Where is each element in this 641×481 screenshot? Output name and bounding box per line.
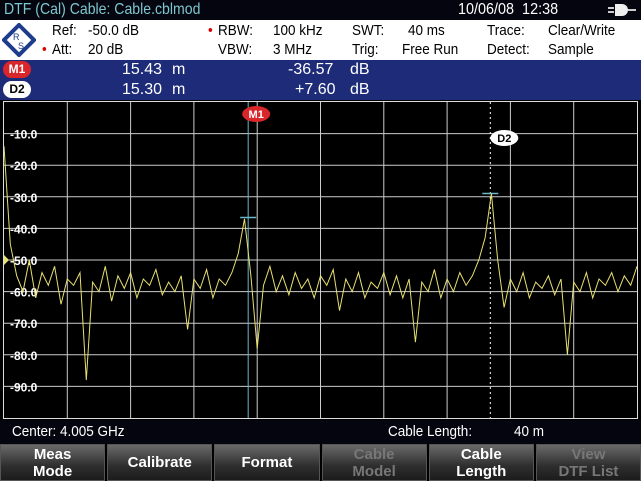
y-tick-label: -70.0 xyxy=(10,317,38,331)
marker-badge-m1[interactable]: M1 xyxy=(3,61,31,78)
trig-label: Trig: xyxy=(352,41,379,58)
dtf-plot[interactable]: -10.0 -20.0 -30.0 -40.0 -50.0 -60.0 -70.0 -80.0… xyxy=(3,101,638,419)
vbw-label: VBW: xyxy=(218,41,253,58)
mode-title: DTF (Cal) Cable: Cable.cblmod xyxy=(4,1,201,18)
vbw-value: 3 MHz xyxy=(273,41,313,58)
rs-logo-icon: RS xyxy=(2,23,36,57)
marker-d2-value: +7.60 xyxy=(295,81,336,98)
softkey-cable-length[interactable]: Cable Length xyxy=(428,444,534,481)
marker-m1-position: 15.43 xyxy=(122,61,163,78)
settings-panel: RS Ref: -50.0 dB • Att: 20 dB • RBW: 100… xyxy=(0,20,641,60)
swt-value: 40 ms xyxy=(408,22,445,39)
rbw-label: RBW: xyxy=(218,22,254,39)
softkey-format[interactable]: Format xyxy=(214,444,320,481)
detect-label: Detect: xyxy=(487,41,530,58)
att-indicator-dot: • xyxy=(42,41,47,58)
detect-value: Sample xyxy=(548,41,594,58)
marker-m1-value-unit: dB xyxy=(350,61,370,78)
swt-label: SWT: xyxy=(352,22,385,39)
y-tick-label: -40.0 xyxy=(10,222,38,236)
marker-d2-position: 15.30 xyxy=(122,81,163,98)
marker-d2-value-unit: dB xyxy=(350,81,370,98)
softkey-meas-mode[interactable]: Meas Mode xyxy=(0,444,106,481)
y-tick-label: -20.0 xyxy=(10,159,38,173)
y-tick-label: -10.0 xyxy=(10,128,38,142)
softkey-calibrate[interactable]: Calibrate xyxy=(107,444,213,481)
trig-value: Free Run xyxy=(402,41,459,58)
att-label: Att: xyxy=(52,41,73,58)
title-bar: DTF (Cal) Cable: Cable.cblmod 10/06/08 1… xyxy=(0,0,641,20)
marker-flag-label: M1 xyxy=(249,109,264,121)
softkey-bar: Meas Mode Calibrate Format Cable Model C… xyxy=(0,444,641,481)
ref-value: -50.0 dB xyxy=(88,22,140,39)
cable-length-value: 40 m xyxy=(514,423,545,440)
marker-table: M1 15.43 m -36.57 dB D2 15.30 m +7.60 dB xyxy=(0,60,641,100)
ref-label: Ref: xyxy=(52,22,77,39)
marker-d2-position-unit: m xyxy=(172,81,186,98)
softkey-view-dtf-list[interactable]: View DTF List xyxy=(535,444,641,481)
cable-length-label: Cable Length: xyxy=(388,423,473,440)
att-value: 20 dB xyxy=(88,41,124,58)
ref-level-arrow-icon xyxy=(4,255,9,265)
y-tick-label: -30.0 xyxy=(10,191,38,205)
rbw-indicator-dot: • xyxy=(208,22,213,39)
trace-value: Clear/Write xyxy=(548,22,616,39)
center-frequency: Center: 4.005 GHz xyxy=(12,423,125,440)
softkey-cable-model[interactable]: Cable Model xyxy=(321,444,427,481)
trace-chart[interactable]: -10.0-20.0-30.0-40.0-50.0-60.0-70.0-80.0… xyxy=(3,102,638,418)
status-bar: Center: 4.005 GHz Cable Length: 40 m xyxy=(0,420,641,444)
time: 12:38 xyxy=(522,1,559,18)
svg-text:S: S xyxy=(18,41,24,51)
rbw-value: 100 kHz xyxy=(273,22,323,39)
date: 10/06/08 xyxy=(458,1,515,18)
battery-plug-icon xyxy=(608,4,636,16)
trace-label: Trace: xyxy=(487,22,525,39)
marker-flag-label: D2 xyxy=(497,133,511,145)
marker-m1-value: -36.57 xyxy=(288,61,334,78)
y-tick-label: -80.0 xyxy=(10,349,38,363)
y-tick-label: -90.0 xyxy=(10,380,38,394)
marker-m1-position-unit: m xyxy=(172,61,186,78)
marker-badge-d2[interactable]: D2 xyxy=(3,81,31,98)
date-time: 10/06/08 12:38 xyxy=(458,0,558,20)
